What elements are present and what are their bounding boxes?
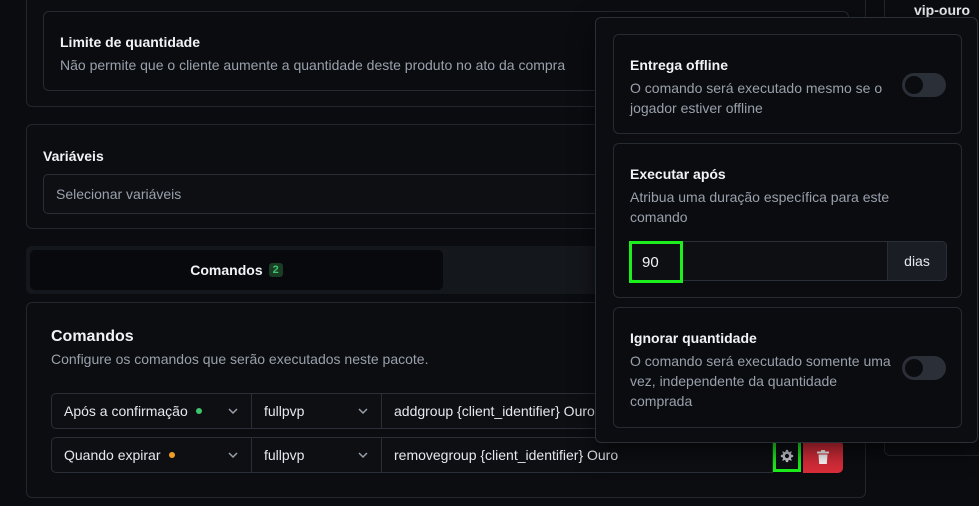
server-label: fullpvp xyxy=(264,403,305,419)
ignore-qty-title: Ignorar quantidade xyxy=(630,330,757,346)
commands-title: Comandos xyxy=(51,328,134,345)
offline-option: Entrega offline O comando será executado… xyxy=(613,34,962,134)
settings-button[interactable] xyxy=(773,440,801,472)
trigger-label: Após a confirmação xyxy=(64,403,188,419)
delay-input[interactable]: 90 xyxy=(629,241,683,283)
limit-description: Não permite que o cliente aumente a quan… xyxy=(60,57,566,73)
delay-option: Executar após Atribua uma duração especí… xyxy=(613,143,962,298)
delay-value: 90 xyxy=(642,253,659,271)
tab-commands-label: Comandos xyxy=(190,262,263,278)
offline-description: O comando será executado mesmo se o joga… xyxy=(630,80,883,116)
offline-toggle[interactable] xyxy=(902,73,946,97)
tab-commands[interactable]: Comandos 2 xyxy=(30,250,443,290)
command-input[interactable]: addgroup {client_identifier} Ouro xyxy=(381,393,601,429)
limit-title: Limite de quantidade xyxy=(60,34,201,50)
delay-description: Atribua uma duração específica para este… xyxy=(630,189,890,225)
command-text: removegroup {client_identifier} Ouro xyxy=(394,447,619,463)
delay-title: Executar após xyxy=(630,166,726,182)
delete-button[interactable] xyxy=(803,440,843,473)
ignore-qty-toggle[interactable] xyxy=(902,356,946,380)
status-dot xyxy=(168,452,175,458)
delay-unit: dias xyxy=(887,241,947,281)
tab-commands-count: 2 xyxy=(268,263,283,277)
trash-icon xyxy=(817,449,829,464)
ignore-qty-option: Ignorar quantidade O comando será execut… xyxy=(613,307,962,428)
ignore-qty-description: O comando será executado somente uma vez… xyxy=(630,353,891,409)
command-text: addgroup {client_identifier} Ouro xyxy=(394,403,595,419)
variables-placeholder: Selecionar variáveis xyxy=(56,186,182,202)
chevron-down-icon xyxy=(358,408,368,415)
chevron-down-icon xyxy=(228,408,238,415)
trigger-label: Quando expirar xyxy=(64,447,161,463)
server-select[interactable]: fullpvp xyxy=(251,393,382,429)
server-label: fullpvp xyxy=(264,447,305,463)
status-dot xyxy=(195,408,202,414)
offline-title: Entrega offline xyxy=(630,57,729,73)
server-select[interactable]: fullpvp xyxy=(251,437,382,473)
chevron-down-icon xyxy=(228,452,238,459)
commands-description: Configure os comandos que serão executad… xyxy=(51,351,429,367)
side-tag: vip-ouro xyxy=(914,2,970,18)
trigger-select[interactable]: Após a confirmação xyxy=(51,393,252,429)
gear-icon xyxy=(780,449,794,463)
delay-unit-label: dias xyxy=(904,253,930,269)
chevron-down-icon xyxy=(358,452,368,459)
command-options-popover: Entrega offline O comando será executado… xyxy=(595,17,978,443)
trigger-select[interactable]: Quando expirar xyxy=(51,437,252,473)
variables-label: Variáveis xyxy=(43,148,104,164)
